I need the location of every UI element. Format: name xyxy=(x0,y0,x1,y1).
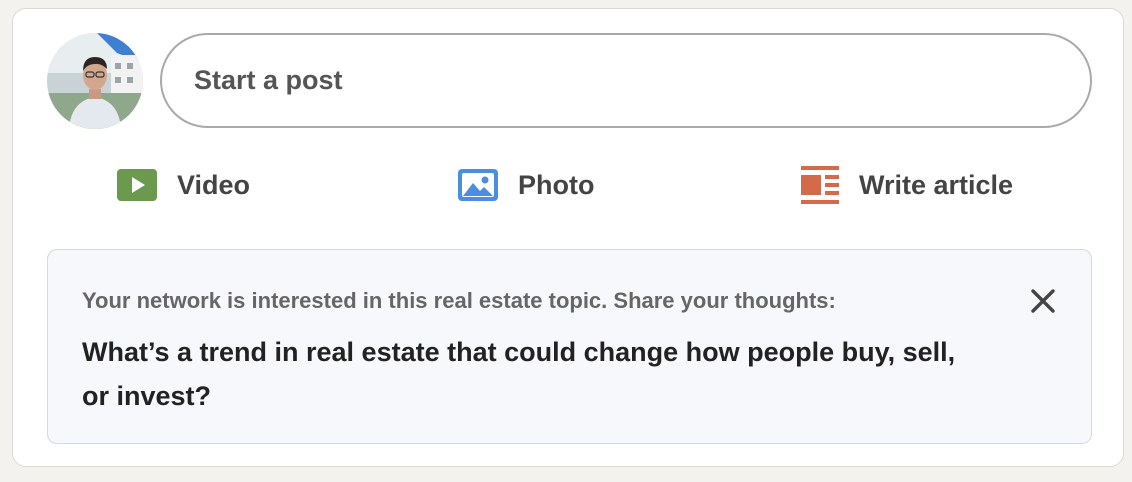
write-article-label: Write article xyxy=(859,169,1014,200)
photo-icon xyxy=(458,169,498,201)
close-icon xyxy=(1031,289,1055,313)
write-article-button[interactable]: Write article xyxy=(801,161,1013,209)
topic-prompt-box[interactable]: Your network is interested in this real … xyxy=(47,249,1092,444)
share-box-card: Start a post Video Photo Write article Y… xyxy=(12,8,1124,467)
start-post-label: Start a post xyxy=(194,65,343,95)
avatar-photo xyxy=(47,33,143,129)
start-post-button[interactable]: Start a post xyxy=(160,33,1092,128)
video-icon xyxy=(117,169,157,201)
video-button[interactable]: Video xyxy=(117,161,250,209)
prompt-question-text[interactable]: What’s a trend in real estate that could… xyxy=(82,330,962,418)
photo-label: Photo xyxy=(518,169,595,200)
prompt-intro-text: Your network is interested in this real … xyxy=(82,288,836,313)
avatar[interactable] xyxy=(47,33,143,129)
photo-button[interactable]: Photo xyxy=(458,161,594,209)
video-label: Video xyxy=(177,169,251,200)
close-prompt-button[interactable] xyxy=(1028,286,1058,316)
article-icon xyxy=(801,166,839,204)
